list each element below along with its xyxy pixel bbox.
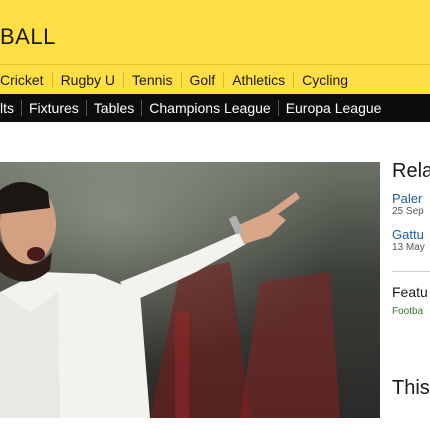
hero-photo [0, 162, 380, 418]
subnav-tables[interactable]: Tables [87, 100, 143, 116]
nav-rugby-union[interactable]: Rugby U [53, 71, 125, 88]
related-date: 25 Sep [392, 206, 424, 217]
related-date: 13 May [392, 242, 425, 253]
masthead: BALL [0, 0, 430, 64]
subnav-champions-league[interactable]: Champions League [142, 100, 279, 116]
nav-tennis[interactable]: Tennis [124, 71, 182, 88]
subnav-truncated-item[interactable]: L [424, 100, 430, 116]
football-subnav: lts Fixtures Tables Champions League Eur… [0, 94, 430, 122]
sidebar: Rela Paler 25 Sep Gattu 13 May Featu Foo… [392, 160, 430, 430]
site-brand[interactable]: BALL [0, 24, 56, 50]
this-section-heading: This [392, 377, 430, 399]
subnav-results[interactable]: lts [0, 100, 22, 116]
nav-cricket[interactable]: Cricket [0, 71, 53, 88]
subnav-fixtures[interactable]: Fixtures [22, 100, 87, 116]
subnav-europa-league[interactable]: Europa League [279, 100, 389, 116]
related-link[interactable]: Paler [392, 191, 430, 206]
sports-nav: Cricket Rugby U Tennis Golf Athletics Cy… [0, 64, 430, 94]
features-heading: Featu [392, 284, 428, 300]
related-heading: Rela [392, 160, 430, 182]
nav-athletics[interactable]: Athletics [224, 71, 295, 88]
hero-image [0, 162, 380, 418]
nav-cycling[interactable]: Cycling [294, 72, 356, 88]
nav-golf[interactable]: Golf [182, 71, 225, 88]
related-link[interactable]: Gattu [392, 227, 430, 242]
features-tag[interactable]: Footba [392, 306, 430, 317]
